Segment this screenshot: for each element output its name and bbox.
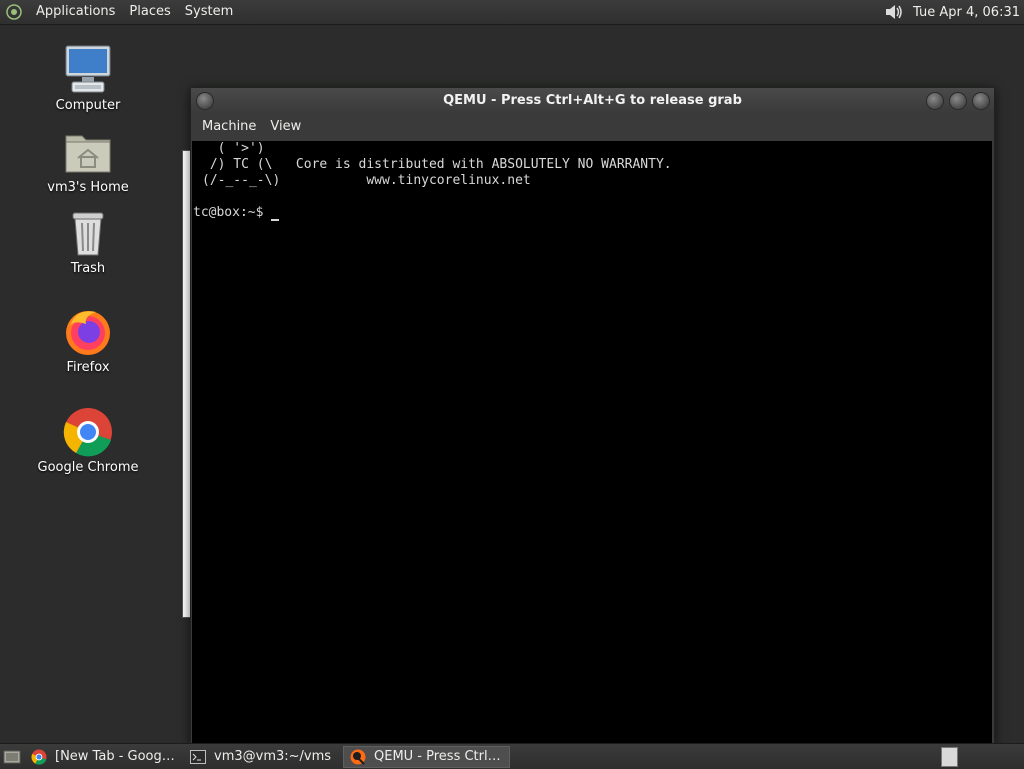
places-menu[interactable]: Places bbox=[122, 0, 177, 24]
speaker-icon[interactable] bbox=[883, 2, 905, 22]
trash-icon bbox=[72, 212, 104, 256]
window-menu-button[interactable] bbox=[196, 92, 214, 110]
vm-console[interactable]: ( '>') /) TC (\ Core is distributed with… bbox=[192, 141, 992, 743]
terminal-icon bbox=[190, 749, 206, 764]
chrome-icon bbox=[31, 749, 47, 765]
desktop-icon-label: Firefox bbox=[66, 360, 110, 375]
desktop-icon-chrome[interactable]: Google Chrome bbox=[33, 406, 143, 475]
view-menu[interactable]: View bbox=[263, 113, 308, 141]
taskbar-item-chrome[interactable]: [New Tab - Google ... bbox=[25, 746, 181, 768]
desktop-icon-trash[interactable]: Trash bbox=[33, 207, 143, 276]
window-title: QEMU - Press Ctrl+Alt+G to release grab bbox=[443, 93, 742, 108]
qemu-menubar: Machine View bbox=[191, 113, 994, 141]
console-prompt-line: tc@box:~$ bbox=[193, 205, 280, 221]
taskbar-item-terminal[interactable]: vm3@vm3:~/vms bbox=[184, 746, 340, 768]
workspace-switcher[interactable] bbox=[941, 747, 958, 767]
computer-icon bbox=[65, 45, 111, 93]
close-button[interactable] bbox=[972, 92, 990, 110]
console-line: /) TC (\ Core is distributed with ABSOLU… bbox=[202, 157, 672, 172]
machine-menu[interactable]: Machine bbox=[195, 113, 263, 141]
chrome-icon bbox=[63, 408, 112, 457]
system-menu[interactable]: System bbox=[178, 0, 240, 24]
clock[interactable]: Tue Apr 4, 06:31 bbox=[913, 5, 1020, 20]
desktop-icon-firefox[interactable]: Firefox bbox=[33, 306, 143, 375]
qemu-icon bbox=[350, 749, 366, 765]
top-panel: Applications Places System Tue Apr 4, 06… bbox=[0, 0, 1024, 25]
taskbar-item-label: vm3@vm3:~/vms bbox=[214, 749, 332, 764]
maximize-button[interactable] bbox=[949, 92, 967, 110]
gnome-foot-icon[interactable] bbox=[5, 3, 23, 21]
taskbar-item-qemu[interactable]: QEMU - Press Ctrl+... bbox=[343, 745, 510, 768]
desktop-icon-label: vm3's Home bbox=[47, 180, 129, 195]
desktop-icon-label: Trash bbox=[70, 261, 106, 276]
desktop-icon-label: Google Chrome bbox=[37, 460, 139, 475]
taskbar-item-label: [New Tab - Google ... bbox=[55, 749, 175, 764]
console-line: ( '>') bbox=[202, 141, 265, 156]
console-prompt: tc@box:~$ bbox=[193, 205, 272, 220]
desktop-icon-home[interactable]: vm3's Home bbox=[33, 126, 143, 195]
minimize-button[interactable] bbox=[926, 92, 944, 110]
show-desktop-icon[interactable] bbox=[3, 748, 21, 766]
console-line: (/-_--_-\) www.tinycorelinux.net bbox=[202, 173, 531, 188]
home-folder-icon bbox=[65, 135, 111, 173]
bottom-panel: [New Tab - Google ... vm3@vm3:~/vms QEMU… bbox=[0, 743, 1024, 769]
desktop-icon-computer[interactable]: Computer bbox=[33, 44, 143, 113]
qemu-window[interactable]: QEMU - Press Ctrl+Alt+G to release grab … bbox=[190, 87, 995, 745]
desktop-icon-label: Computer bbox=[55, 98, 121, 113]
firefox-icon bbox=[66, 311, 110, 355]
applications-menu[interactable]: Applications bbox=[29, 0, 122, 24]
taskbar-item-label: QEMU - Press Ctrl+... bbox=[374, 749, 503, 764]
window-titlebar[interactable]: QEMU - Press Ctrl+Alt+G to release grab bbox=[191, 88, 994, 113]
text-cursor bbox=[271, 207, 280, 221]
